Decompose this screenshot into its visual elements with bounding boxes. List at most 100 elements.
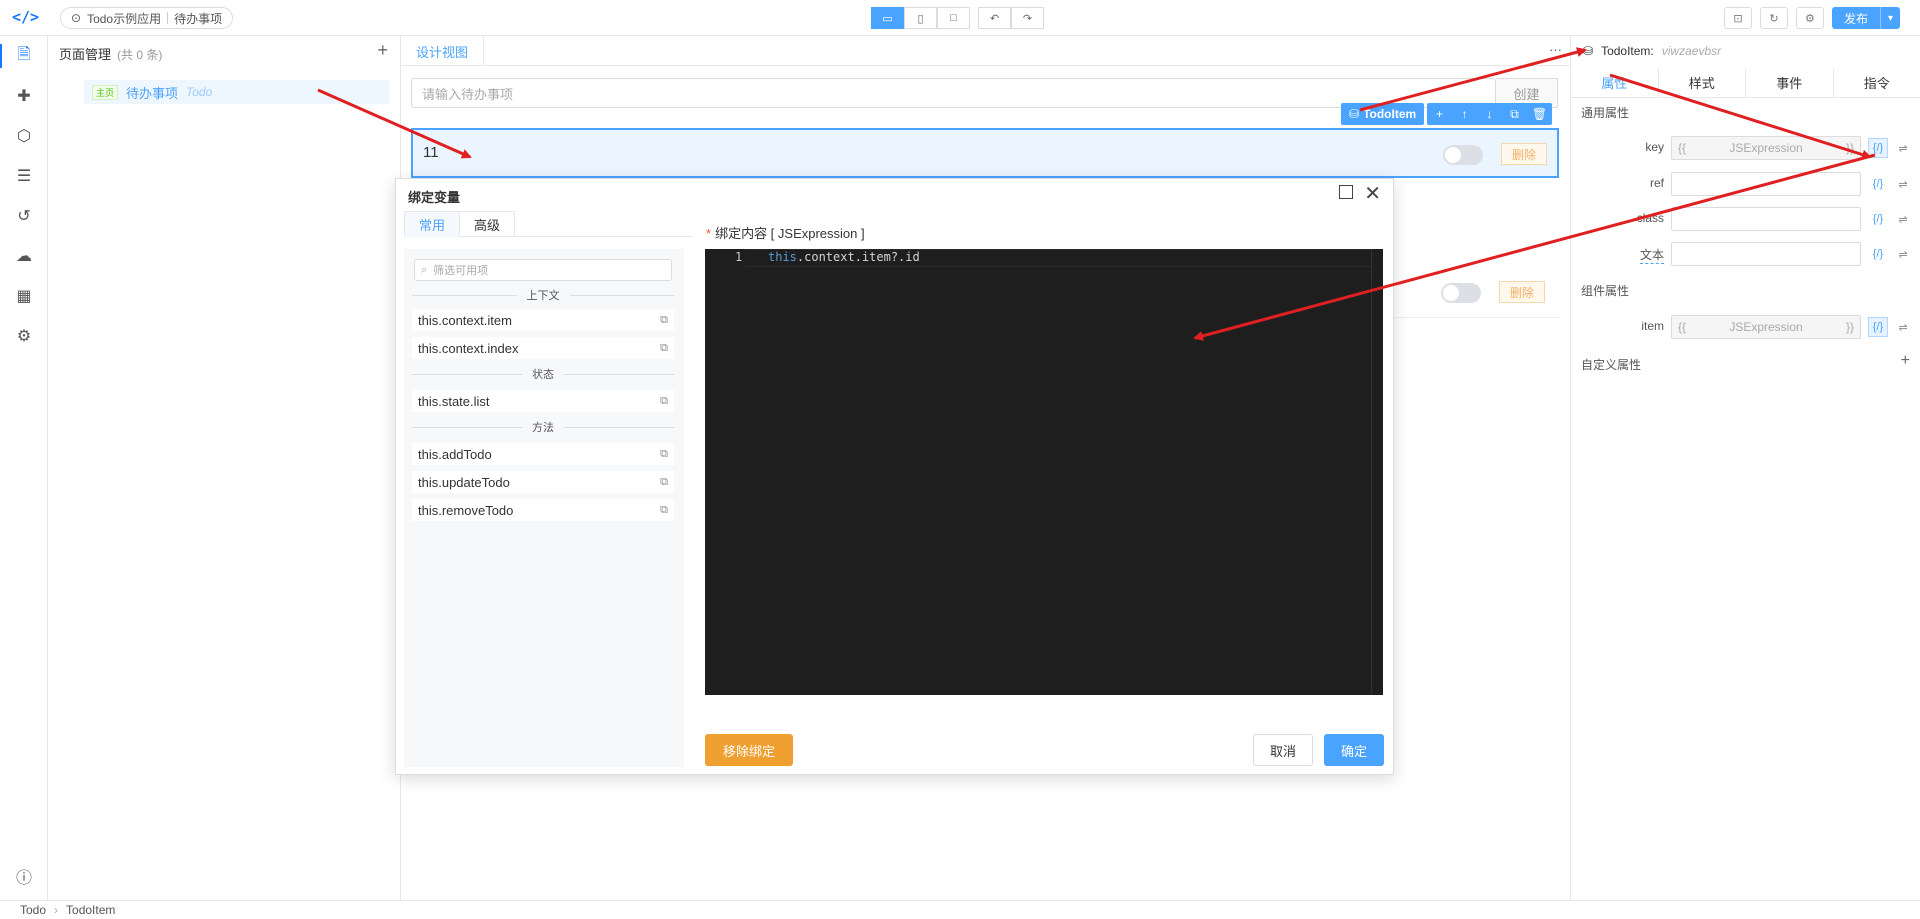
device-switcher: ▭ ▯ □ (871, 7, 970, 29)
switch-setter-icon[interactable]: ⇌ (1893, 174, 1913, 194)
editor-scrollbar[interactable] (1371, 249, 1383, 695)
copy-icon[interactable]: ⧉ (660, 395, 668, 408)
prop-input[interactable] (1671, 207, 1861, 231)
info-icon[interactable]: ⓘ (12, 864, 36, 888)
pages-icon[interactable]: 🗎 (0, 44, 36, 68)
filter-placeholder: 筛选可用项 (433, 265, 489, 277)
outline-tree-icon[interactable]: ☰ (12, 164, 36, 188)
add-icon[interactable]: + (1427, 103, 1452, 125)
copy-icon[interactable]: ⧉ (660, 342, 668, 355)
copy-icon[interactable]: ⧉ (1502, 103, 1527, 125)
mobile-icon[interactable]: ▯ (904, 7, 937, 29)
bind-variable-icon[interactable]: {/} (1868, 317, 1888, 337)
layers-icon: ⛁ (1349, 107, 1360, 121)
undo-icon[interactable]: ↶ (978, 7, 1011, 29)
copy-icon[interactable]: ⧉ (660, 314, 668, 327)
tablet-icon[interactable]: □ (937, 7, 970, 29)
variable-list: ⌕ 筛选可用项 上下文 this.context.item ⧉ this.cont… (404, 249, 684, 767)
variable-item[interactable]: this.addTodo ⧉ (412, 443, 674, 465)
page-list-item[interactable]: 主页 待办事项 Todo (84, 80, 389, 104)
maximize-icon[interactable] (1339, 185, 1353, 199)
switch-setter-icon[interactable]: ⇌ (1893, 138, 1913, 158)
api-cloud-icon[interactable]: ☁ (12, 244, 36, 268)
prop-row-class: class {/} ⇌ (1571, 207, 1920, 231)
confirm-button[interactable]: 确定 (1324, 734, 1384, 766)
done-toggle[interactable] (1443, 145, 1483, 165)
variable-item[interactable]: this.context.index ⧉ (412, 337, 674, 359)
move-down-icon[interactable]: ↓ (1477, 103, 1502, 125)
trash-icon[interactable]: 🗑 (1527, 103, 1552, 125)
component-id: viwzaevbsr (1661, 44, 1722, 58)
blocks-cube-icon[interactable]: ⬡ (12, 124, 36, 148)
remove-binding-button[interactable]: 移除绑定 (705, 734, 793, 766)
switch-setter-icon[interactable]: ⇌ (1893, 209, 1913, 229)
todo-input[interactable]: 请输入待办事项 (411, 78, 1496, 108)
bind-variable-icon[interactable]: {/} (1868, 138, 1888, 158)
todo-item-row-selected[interactable]: 11 删除 (411, 128, 1559, 178)
selected-component-label[interactable]: ⛁ TodoItem (1341, 103, 1425, 125)
properties-panel: ⛁ TodoItem: viwzaevbsr 属性 样式 事件 指令 通用属性 … (1570, 36, 1920, 900)
tab-common[interactable]: 常用 (404, 211, 461, 237)
switch-setter-icon[interactable]: ⇌ (1893, 244, 1913, 264)
publish-button[interactable]: 发布 (1831, 7, 1880, 29)
tab-events[interactable]: 事件 (1746, 68, 1834, 97)
bind-variable-icon[interactable]: {/} (1868, 209, 1888, 229)
status-path-root[interactable]: Todo (20, 903, 46, 917)
filter-input[interactable]: ⌕ 筛选可用项 (414, 259, 672, 281)
expr-value: JSExpression (1729, 320, 1803, 334)
preview-icon[interactable]: ⊡ (1723, 7, 1752, 29)
move-up-icon[interactable]: ↑ (1452, 103, 1477, 125)
tab-design-view[interactable]: 设计视图 (401, 36, 485, 66)
chevron-down-icon[interactable]: ▾ (1880, 7, 1900, 29)
close-icon[interactable]: ✕ (1364, 181, 1381, 206)
prop-expression-field[interactable]: {{ JSExpression }} (1671, 136, 1861, 160)
left-icon-rail: 🗎 ✚ ⬡ ☰ ↺ ☁ ▦ ⚙ ⓘ (0, 36, 48, 900)
variable-item[interactable]: this.updateTodo ⧉ (412, 471, 674, 493)
add-custom-prop-icon[interactable]: + (1901, 352, 1910, 370)
code-editor[interactable]: 1 this.context.item?.id (705, 249, 1383, 695)
tab-properties[interactable]: 属性 (1571, 68, 1659, 97)
tab-directives[interactable]: 指令 (1834, 68, 1920, 97)
add-page-icon[interactable]: + (377, 40, 388, 61)
expr-value: JSExpression (1729, 141, 1803, 155)
tab-styles[interactable]: 样式 (1659, 68, 1746, 97)
redo-icon[interactable]: ↷ (1011, 7, 1044, 29)
settings-icon[interactable]: ⚙ (1795, 7, 1824, 29)
bind-variable-icon[interactable]: {/} (1868, 244, 1888, 264)
variable-name: this.context.item (418, 312, 512, 328)
expr-close-brace: }} (1845, 320, 1854, 334)
switch-setter-icon[interactable]: ⇌ (1893, 317, 1913, 337)
desktop-icon[interactable]: ▭ (871, 7, 904, 29)
prop-label: 文本 (1639, 248, 1664, 264)
settings-gear-icon[interactable]: ⚙ (12, 324, 36, 348)
history-icon[interactable]: ↺ (12, 204, 36, 228)
tab-advanced[interactable]: 高级 (460, 211, 516, 237)
copy-icon[interactable]: ⧉ (660, 504, 668, 517)
variable-item[interactable]: this.context.item ⧉ (412, 309, 674, 331)
code-line[interactable]: this.context.item?.id (768, 250, 920, 264)
group-header: 状态 (412, 367, 674, 381)
bind-content-text: 绑定内容 [ JSExpression ] (715, 226, 865, 241)
variable-item[interactable]: this.removeTodo ⧉ (412, 499, 674, 521)
done-toggle[interactable] (1441, 283, 1481, 303)
app-breadcrumb[interactable]: ⊙ Todo示例应用 待办事项 (60, 7, 234, 29)
app-logo-icon[interactable]: </> (12, 8, 39, 26)
delete-button[interactable]: 删除 (1499, 281, 1545, 303)
delete-button[interactable]: 删除 (1501, 143, 1547, 165)
prop-input[interactable] (1671, 242, 1861, 266)
prop-expression-field[interactable]: {{ JSExpression }} (1671, 315, 1861, 339)
copy-icon[interactable]: ⧉ (660, 476, 668, 489)
group-name: 方法 (532, 422, 554, 434)
apps-grid-icon[interactable]: ▦ (12, 284, 36, 308)
status-path-current[interactable]: TodoItem (66, 903, 115, 917)
cancel-button[interactable]: 取消 (1253, 734, 1313, 766)
app-name: Todo示例应用 (87, 11, 162, 26)
copy-icon[interactable]: ⧉ (660, 448, 668, 461)
more-icon[interactable]: ··· (1549, 42, 1562, 57)
bind-variable-icon[interactable]: {/} (1868, 174, 1888, 194)
prop-input[interactable] (1671, 172, 1861, 196)
components-icon[interactable]: ✚ (12, 84, 36, 108)
variable-item[interactable]: this.state.list ⧉ (412, 390, 674, 412)
refresh-icon[interactable]: ↻ (1759, 7, 1788, 29)
history-controls: ↶ ↷ (978, 7, 1044, 29)
